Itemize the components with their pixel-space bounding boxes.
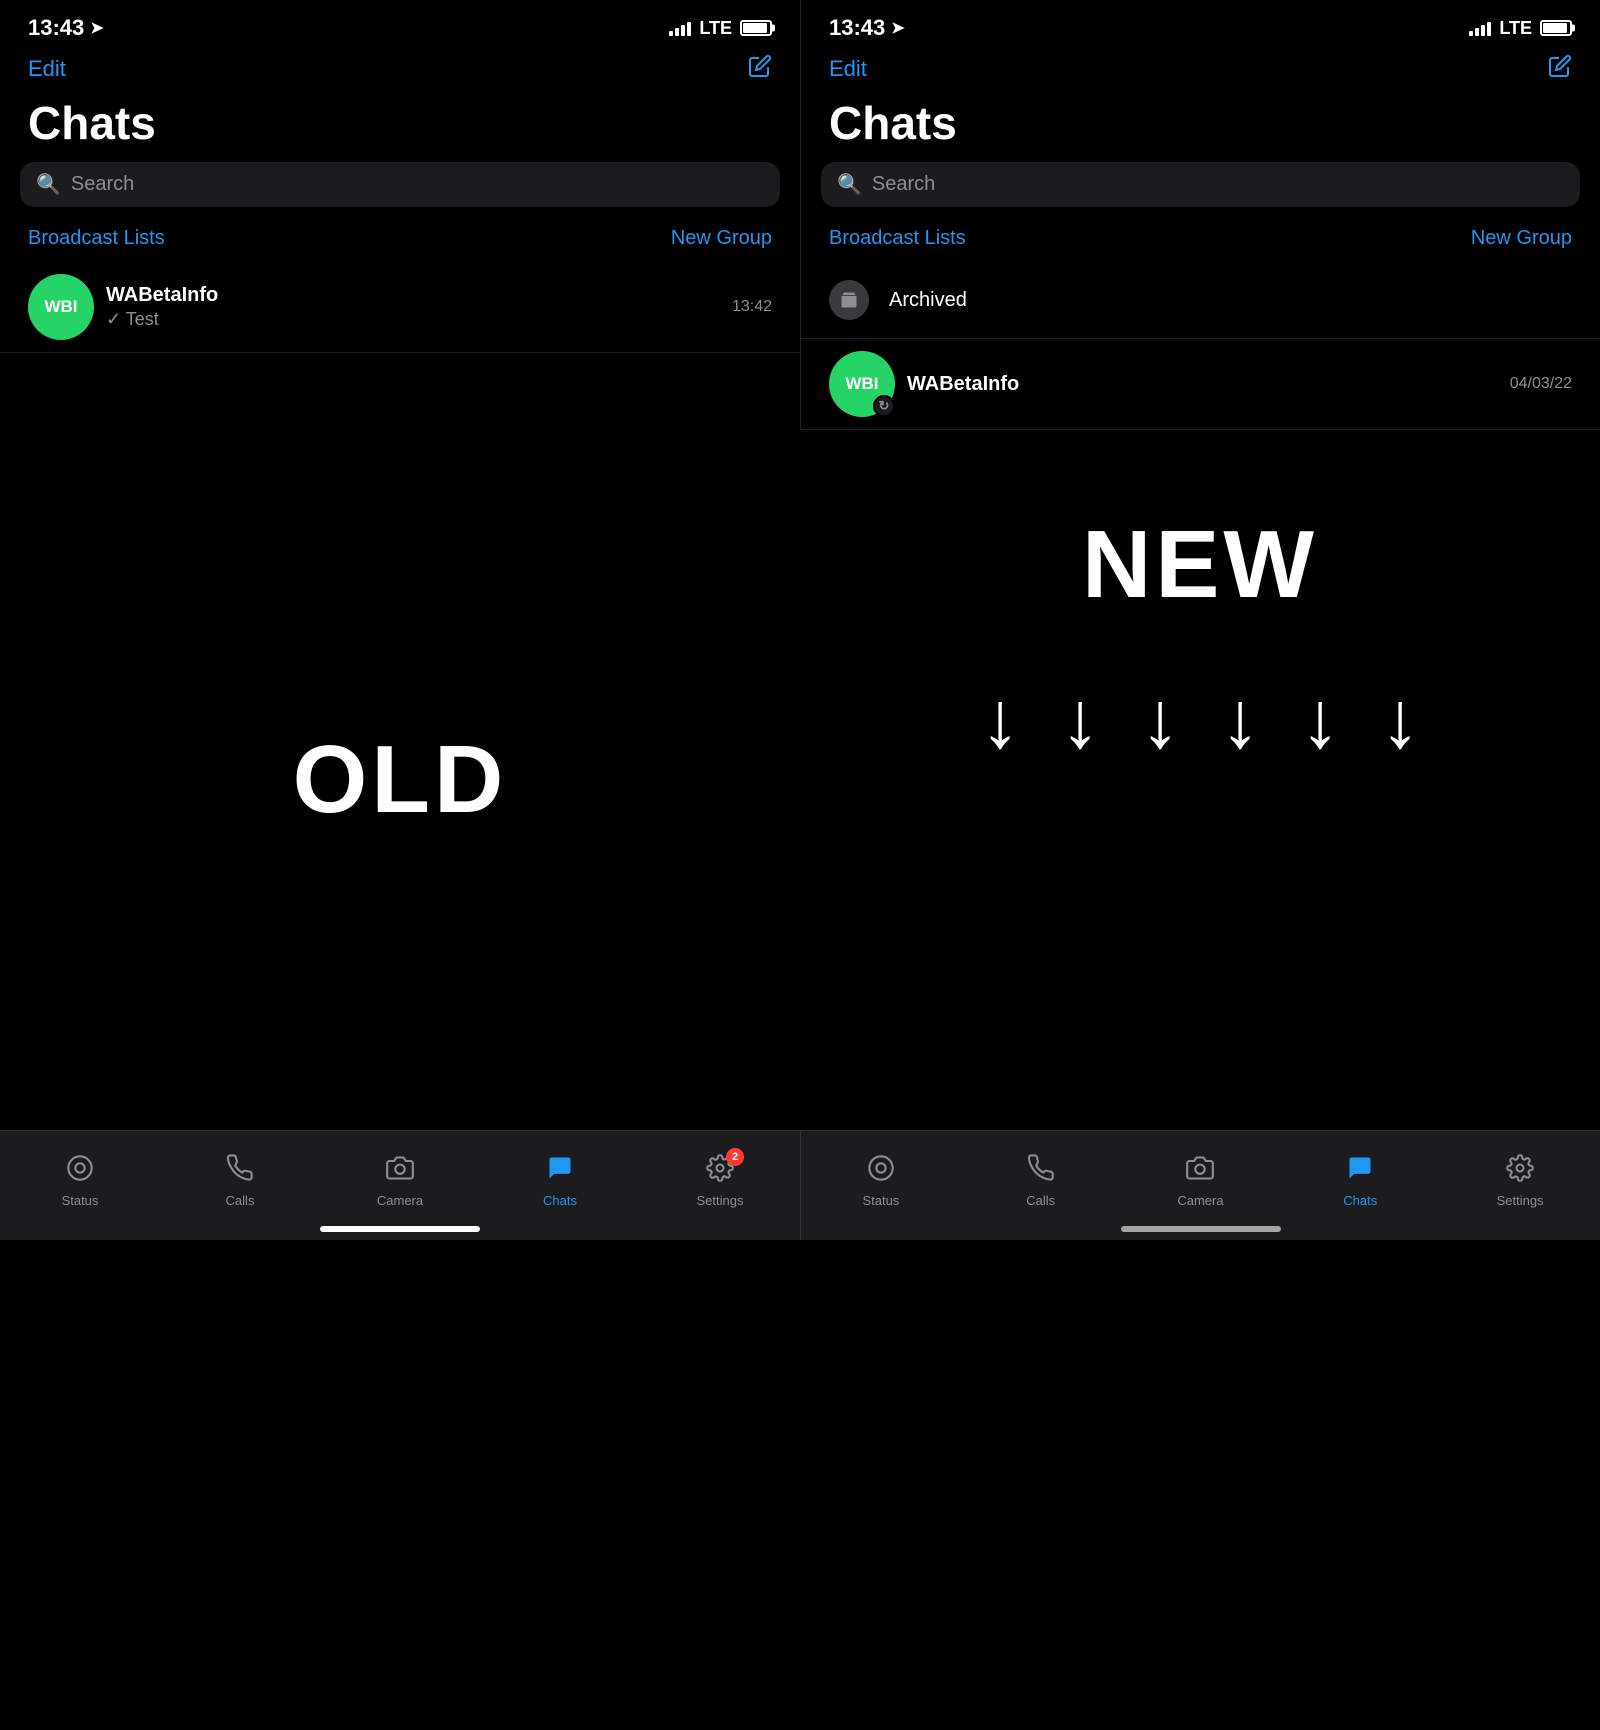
chat-preview-wbi-left: ✓ Test <box>106 309 720 330</box>
calls-icon-left <box>226 1154 254 1189</box>
tab-bar-left: Status Calls Camera <box>0 1130 800 1240</box>
tab-settings-label-left: Settings <box>697 1193 744 1208</box>
camera-icon-right <box>1186 1154 1214 1189</box>
search-placeholder-left: Search <box>71 173 134 196</box>
tab-status-label-left: Status <box>62 1193 99 1208</box>
header-right: Edit <box>801 50 1600 92</box>
chat-name-wbi-right: WABetaInfo <box>907 373 1498 396</box>
chats-title-left: Chats <box>0 92 800 162</box>
tab-settings-left[interactable]: 2 Settings <box>680 1154 760 1208</box>
new-label: NEW <box>1082 510 1318 620</box>
arrow-down-1: ↓ <box>980 680 1020 760</box>
lte-label-left: LTE <box>699 18 732 39</box>
chat-list-left: WBI WABetaInfo ✓ Test 13:42 <box>0 262 800 430</box>
status-icon-left <box>66 1154 94 1189</box>
edit-button-left[interactable]: Edit <box>28 56 66 82</box>
tab-settings-label-right: Settings <box>1497 1193 1544 1208</box>
chat-info-wbi-right: WABetaInfo <box>895 373 1510 396</box>
broadcast-button-right[interactable]: Broadcast Lists <box>829 227 966 250</box>
bottom-bars: Status Calls Camera <box>0 1130 1600 1240</box>
arrows-row: ↓ ↓ ↓ ↓ ↓ ↓ <box>980 680 1420 760</box>
avatar-wbi-left: WBI <box>28 274 94 340</box>
chat-name-wbi-left: WABetaInfo <box>106 284 720 307</box>
chat-time-wbi-right: 04/03/22 <box>1510 375 1572 393</box>
signal-bars-right <box>1469 20 1491 36</box>
arrow-down-5: ↓ <box>1300 680 1340 760</box>
arrow-down-3: ↓ <box>1140 680 1180 760</box>
middle-section: OLD NEW ↓ ↓ ↓ ↓ ↓ ↓ <box>0 430 1600 1130</box>
settings-icon-right <box>1506 1154 1534 1189</box>
tab-status-label-right: Status <box>862 1193 899 1208</box>
chat-time-wbi-left: 13:42 <box>732 298 772 316</box>
new-label-section: NEW ↓ ↓ ↓ ↓ ↓ ↓ <box>800 430 1600 1130</box>
new-group-button-left[interactable]: New Group <box>671 227 772 250</box>
chats-icon-right <box>1346 1154 1374 1189</box>
home-indicator-left <box>320 1226 480 1232</box>
lte-label-right: LTE <box>1499 18 1532 39</box>
search-placeholder-right: Search <box>872 173 935 196</box>
status-right-right: LTE <box>1469 18 1572 39</box>
new-group-button-right[interactable]: New Group <box>1471 227 1572 250</box>
search-icon-right: 🔍 <box>837 172 862 197</box>
tab-status-right[interactable]: Status <box>841 1154 921 1208</box>
old-label: OLD <box>293 725 508 835</box>
chats-icon-left <box>546 1154 574 1189</box>
chat-info-wbi-left: WABetaInfo ✓ Test <box>94 284 732 330</box>
tab-calls-right[interactable]: Calls <box>1001 1154 1081 1208</box>
signal-bars-left <box>669 20 691 36</box>
tab-status-left[interactable]: Status <box>40 1154 120 1208</box>
tab-camera-label-right: Camera <box>1177 1193 1223 1208</box>
search-icon-left: 🔍 <box>36 172 61 197</box>
status-icon-right <box>867 1154 895 1189</box>
calls-icon-right <box>1027 1154 1055 1189</box>
tab-chats-left[interactable]: Chats <box>520 1154 600 1208</box>
search-bar-right[interactable]: 🔍 Search <box>821 162 1580 207</box>
avatar-wbi-right: WBI ↻ <box>829 351 895 417</box>
left-phone: 13:43 ➤ LTE Edit <box>0 0 800 430</box>
status-time-right: 13:43 ➤ <box>829 15 905 41</box>
sync-badge: ↻ <box>873 395 895 417</box>
settings-badge-left: 2 <box>726 1148 744 1166</box>
archive-icon <box>829 280 869 320</box>
chat-item-wbi-left[interactable]: WBI WABetaInfo ✓ Test 13:42 <box>0 262 800 353</box>
tab-calls-label-right: Calls <box>1026 1193 1055 1208</box>
archived-item[interactable]: Archived <box>801 262 1600 339</box>
edit-button-right[interactable]: Edit <box>829 56 867 82</box>
compose-icon-right[interactable] <box>1548 54 1572 84</box>
tab-camera-label-left: Camera <box>377 1193 423 1208</box>
tab-settings-right[interactable]: Settings <box>1480 1154 1560 1208</box>
action-row-left: Broadcast Lists New Group <box>0 223 800 262</box>
search-bar-left[interactable]: 🔍 Search <box>20 162 780 207</box>
chat-list-right: Archived WBI ↻ WABetaInfo 04/03/22 <box>801 262 1600 430</box>
battery-left <box>740 20 772 36</box>
home-indicator-right <box>1121 1226 1281 1232</box>
tab-bar-right: Status Calls Camera <box>800 1130 1600 1240</box>
tab-calls-label-left: Calls <box>226 1193 255 1208</box>
broadcast-button-left[interactable]: Broadcast Lists <box>28 227 165 250</box>
arrow-down-2: ↓ <box>1060 680 1100 760</box>
compose-icon-left[interactable] <box>748 54 772 84</box>
right-phone: 13:43 ➤ LTE Edit <box>800 0 1600 430</box>
archived-label: Archived <box>889 289 967 312</box>
header-left: Edit <box>0 50 800 92</box>
tab-chats-right[interactable]: Chats <box>1320 1154 1400 1208</box>
status-bar-right: 13:43 ➤ LTE <box>801 0 1600 50</box>
tab-chats-label-right: Chats <box>1343 1193 1377 1208</box>
settings-icon-left: 2 <box>706 1154 734 1189</box>
chat-item-wbi-right[interactable]: WBI ↻ WABetaInfo 04/03/22 <box>801 339 1600 430</box>
chats-title-right: Chats <box>801 92 1600 162</box>
camera-icon-left <box>386 1154 414 1189</box>
tab-calls-left[interactable]: Calls <box>200 1154 280 1208</box>
tab-chats-label-left: Chats <box>543 1193 577 1208</box>
tab-camera-left[interactable]: Camera <box>360 1154 440 1208</box>
status-bar-left: 13:43 ➤ LTE <box>0 0 800 50</box>
battery-right <box>1540 20 1572 36</box>
status-right-left: LTE <box>669 18 772 39</box>
old-label-section: OLD <box>0 430 800 1130</box>
status-time-left: 13:43 ➤ <box>28 15 104 41</box>
arrow-down-4: ↓ <box>1220 680 1260 760</box>
arrow-down-6: ↓ <box>1380 680 1420 760</box>
tab-camera-right[interactable]: Camera <box>1160 1154 1240 1208</box>
action-row-right: Broadcast Lists New Group <box>801 223 1600 262</box>
